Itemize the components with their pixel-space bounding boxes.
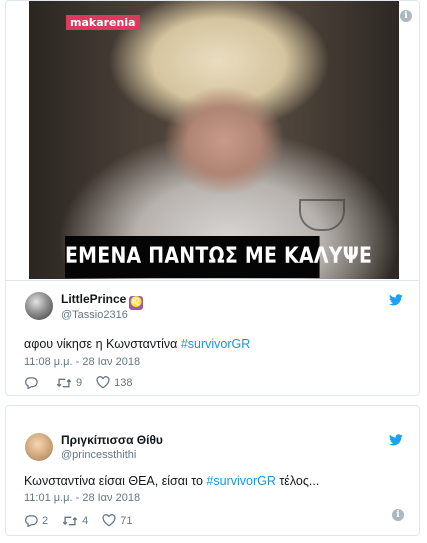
like-button[interactable]: 71 — [102, 514, 133, 527]
author-name[interactable]: LittlePrince ♌ — [61, 292, 144, 310]
retweet-count: 9 — [76, 376, 83, 389]
hashtag-link[interactable]: #survivorGR — [206, 474, 275, 488]
tweet-text-body: Κωνσταντίνα είσαι ΘΕΑ, είσαι το — [24, 474, 207, 488]
zodiac-badge-icon: ♌ — [129, 296, 144, 310]
author-handle[interactable]: @princessthithi — [61, 449, 136, 461]
media-caption: ΕΜΕΝΑ ΠΑΝΤΩΣ ΜΕ ΚΑΛΥΨΕ — [65, 236, 372, 278]
twitter-bird-icon[interactable] — [389, 294, 403, 306]
tweet-card-2: Πριγκίπισσα Θίθυ @princessthithi Κωνσταν… — [5, 405, 420, 536]
author-handle[interactable]: @Tassio2316 — [61, 309, 128, 321]
tweet-timestamp[interactable]: 11:08 μ.μ. - 28 Ιαν 2018 — [24, 356, 140, 368]
retweet-icon — [56, 378, 72, 387]
card-divider — [6, 280, 419, 281]
avatar[interactable] — [25, 292, 53, 320]
reply-icon — [25, 377, 38, 389]
twitter-bird-icon[interactable] — [389, 434, 403, 446]
retweet-icon — [62, 516, 78, 525]
tweet-text: Κωνσταντίνα είσαι ΘΕΑ, είσαι το #survivo… — [24, 474, 319, 488]
tweet-text: αφου νίκησε η Κωνσταντίνα #survivorGR — [24, 337, 250, 351]
hashtag-link[interactable]: #survivorGR — [181, 337, 250, 351]
channel-logo: makarenia — [66, 15, 140, 30]
tweet-text-tail: τέλος... — [275, 474, 320, 488]
like-icon — [96, 376, 110, 389]
author-name-text: LittlePrince — [61, 292, 127, 306]
like-count: 138 — [114, 376, 133, 389]
tweet-card-1: i makarenia ΕΜΕΝΑ ΠΑΝΤΩΣ ΜΕ ΚΑΛΥΨΕ Littl… — [5, 0, 420, 396]
reply-button[interactable] — [24, 376, 42, 389]
info-icon[interactable]: i — [400, 10, 412, 22]
like-button[interactable]: 138 — [96, 376, 132, 389]
retweet-count: 4 — [82, 514, 89, 527]
like-icon — [102, 514, 116, 527]
tweet-media-image[interactable]: makarenia ΕΜΕΝΑ ΠΑΝΤΩΣ ΜΕ ΚΑΛΥΨΕ — [29, 1, 399, 279]
tweet-text-body: αφου νίκησε η Κωνσταντίνα — [24, 337, 181, 351]
reply-count: 2 — [42, 514, 49, 527]
reply-icon — [25, 515, 38, 527]
tweet-timestamp[interactable]: 11:01 μ.μ. - 28 Ιαν 2018 — [24, 492, 140, 504]
tweet-actions: 2 4 71 — [24, 514, 147, 527]
avatar[interactable] — [25, 433, 53, 461]
author-name[interactable]: Πριγκίπισσα Θίθυ — [61, 433, 163, 447]
like-count: 71 — [120, 514, 133, 527]
tweet-actions: 9 138 — [24, 376, 146, 389]
retweet-button[interactable]: 4 — [62, 515, 88, 527]
reply-button[interactable]: 2 — [24, 514, 48, 527]
retweet-button[interactable]: 9 — [56, 377, 82, 389]
info-icon[interactable]: i — [392, 509, 404, 521]
